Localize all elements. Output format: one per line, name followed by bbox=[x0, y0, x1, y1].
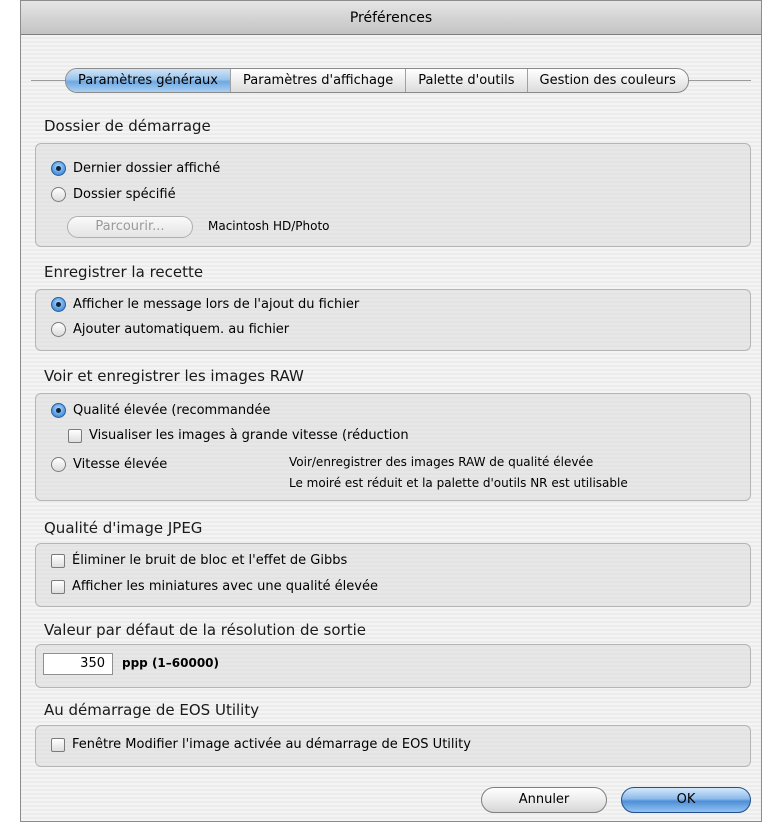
resolution-input[interactable]: 350 bbox=[43, 653, 113, 675]
resolution-title: Valeur par défaut de la résolution de so… bbox=[44, 621, 366, 639]
jpeg-title: Qualité d'image JPEG bbox=[44, 519, 203, 537]
radio-unselected-icon[interactable] bbox=[51, 322, 66, 337]
save-recipe-title: Enregistrer la recette bbox=[44, 263, 204, 281]
radio-high-quality-label: Qualité élevée (recommandée bbox=[73, 403, 271, 418]
checkbox-fast-preview[interactable]: Visualiser les images à grande vitesse (… bbox=[68, 428, 409, 443]
radio-show-message-label: Afficher le message lors de l'ajout du f… bbox=[73, 297, 360, 312]
checkbox-open-edit-window-label: Fenêtre Modifier l'image activée au déma… bbox=[72, 737, 471, 752]
preferences-window: Préférences Paramètres généraux Paramètr… bbox=[20, 0, 762, 822]
radio-last-folder[interactable]: Dernier dossier affiché bbox=[51, 161, 220, 176]
cancel-button[interactable]: Annuler bbox=[481, 787, 607, 813]
radio-selected-icon[interactable] bbox=[51, 297, 66, 312]
radio-unselected-icon[interactable] bbox=[51, 187, 66, 202]
radio-high-speed[interactable]: Vitesse élevée bbox=[51, 457, 167, 472]
tab-color-management[interactable]: Gestion des couleurs bbox=[528, 69, 688, 92]
tab-display-settings[interactable]: Paramètres d'affichage bbox=[231, 69, 407, 92]
raw-info-line-1: Voir/enregistrer des images RAW de quali… bbox=[289, 455, 594, 469]
checkbox-icon[interactable] bbox=[51, 737, 65, 752]
radio-high-quality[interactable]: Qualité élevée (recommandée bbox=[51, 403, 270, 418]
raw-title: Voir et enregistrer les images RAW bbox=[44, 367, 304, 385]
tab-general-settings[interactable]: Paramètres généraux bbox=[66, 69, 231, 92]
radio-last-folder-label: Dernier dossier affiché bbox=[73, 161, 221, 176]
radio-auto-add-label: Ajouter automatiquem. au fichier bbox=[73, 322, 290, 337]
checkbox-fast-preview-label: Visualiser les images à grande vitesse (… bbox=[89, 428, 409, 443]
radio-unselected-icon[interactable] bbox=[51, 457, 66, 472]
checkbox-open-edit-window[interactable]: Fenêtre Modifier l'image activée au déma… bbox=[51, 737, 471, 752]
radio-selected-icon[interactable] bbox=[51, 403, 66, 418]
tab-bar: Paramètres généraux Paramètres d'afficha… bbox=[65, 68, 689, 93]
ok-button[interactable]: OK bbox=[621, 787, 751, 813]
checkbox-high-quality-thumbnails-label: Afficher les miniatures avec une qualité… bbox=[72, 579, 378, 594]
checkbox-remove-noise-label: Éliminer le bruit de bloc et l'effet de … bbox=[72, 553, 348, 568]
radio-specified-folder-label: Dossier spécifié bbox=[73, 187, 176, 202]
raw-info-line-2: Le moiré est réduit et la palette d'outi… bbox=[289, 476, 628, 490]
resolution-unit-label: ppp (1–60000) bbox=[122, 656, 220, 670]
radio-selected-icon[interactable] bbox=[51, 161, 66, 176]
checkbox-icon[interactable] bbox=[51, 579, 65, 594]
eos-utility-title: Au démarrage de EOS Utility bbox=[44, 701, 260, 719]
startup-folder-path: Macintosh HD/Photo bbox=[208, 219, 330, 233]
tab-tool-palette[interactable]: Palette d'outils bbox=[406, 69, 528, 92]
radio-show-message[interactable]: Afficher le message lors de l'ajout du f… bbox=[51, 297, 359, 312]
radio-high-speed-label: Vitesse élevée bbox=[73, 457, 168, 472]
checkbox-icon[interactable] bbox=[68, 428, 82, 443]
radio-specified-folder[interactable]: Dossier spécifié bbox=[51, 187, 176, 202]
checkbox-high-quality-thumbnails[interactable]: Afficher les miniatures avec une qualité… bbox=[51, 579, 378, 594]
checkbox-icon[interactable] bbox=[51, 553, 65, 568]
window-title: Préférences bbox=[21, 1, 761, 35]
browse-button[interactable]: Parcourir... bbox=[67, 216, 193, 238]
checkbox-remove-noise[interactable]: Éliminer le bruit de bloc et l'effet de … bbox=[51, 553, 347, 568]
startup-folder-title: Dossier de démarrage bbox=[44, 117, 211, 135]
radio-auto-add[interactable]: Ajouter automatiquem. au fichier bbox=[51, 322, 289, 337]
